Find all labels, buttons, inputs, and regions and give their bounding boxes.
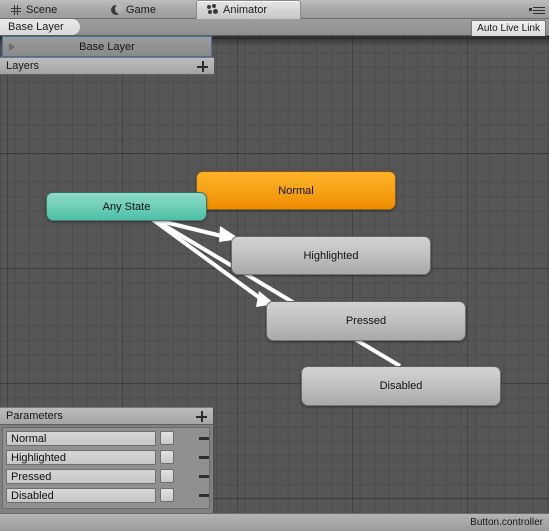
auto-live-link-button[interactable]: Auto Live Link [471,20,546,37]
tab-game[interactable]: Game [100,0,195,19]
animator-window: Scene Game Animator Base Layer Auto Live… [0,0,549,531]
remove-parameter-button[interactable] [199,494,209,497]
tab-scene[interactable]: Scene [0,0,100,19]
breadcrumb-bar: Base Layer Auto Live Link [0,19,549,37]
auto-live-link-label: Auto Live Link [477,23,540,34]
breadcrumb[interactable]: Base Layer [0,19,80,35]
grid-icon [10,4,22,16]
remove-parameter-button[interactable] [199,475,209,478]
parameters-title: Parameters [6,410,63,422]
tab-animator[interactable]: Animator [196,0,301,19]
state-node-highlighted[interactable]: Highlighted [231,236,431,275]
parameter-checkbox[interactable] [160,488,174,502]
state-node-normal[interactable]: Normal [196,171,396,210]
animator-dots-icon [207,4,219,16]
state-node-pressed[interactable]: Pressed [266,301,466,341]
editor-tab-bar: Scene Game Animator [0,0,549,19]
state-node-normal-label: Normal [278,184,314,197]
state-node-any-state-label: Any State [102,200,151,213]
parameters-header: Parameters [0,407,213,425]
transition-line-any-to-highlighted [147,216,235,241]
parameter-name-field[interactable]: Disabled [6,488,156,503]
layers-panel: Base Layer Layers [0,36,214,75]
tab-game-label: Game [126,3,156,16]
state-node-disabled[interactable]: Disabled [301,366,501,406]
parameter-row: Pressed [3,467,209,486]
layers-title: Layers [6,60,40,72]
state-node-any-state[interactable]: Any State [46,192,207,221]
tab-animator-label: Animator [223,4,268,16]
state-node-highlighted-label: Highlighted [303,249,359,262]
tab-scene-label: Scene [26,3,58,16]
parameter-row: Disabled [3,486,209,505]
status-bar: Button.controller [0,513,549,531]
triangle-right-icon[interactable] [9,43,15,51]
add-parameter-button[interactable] [196,411,207,422]
parameters-panel: Parameters Normal Highlighted Pressed Di… [0,407,214,513]
add-layer-button[interactable] [197,61,208,72]
parameter-row: Highlighted [3,448,209,467]
state-node-pressed-label: Pressed [345,315,387,327]
layer-row-base-layer[interactable]: Base Layer [2,36,212,57]
parameters-list: Normal Highlighted Pressed Disabled [2,427,210,509]
crescent-icon [110,3,124,16]
breadcrumb-label: Base Layer [8,21,64,33]
remove-parameter-button[interactable] [199,437,209,440]
remove-parameter-button[interactable] [199,456,209,459]
layers-header: Layers [0,57,214,75]
hamburger-menu-icon[interactable] [529,5,545,15]
controller-name-label: Button.controller [470,517,543,528]
parameter-checkbox[interactable] [160,431,174,445]
layer-row-label: Base Layer [79,40,135,53]
parameter-checkbox[interactable] [160,450,174,464]
parameter-row: Normal [3,429,209,448]
parameter-name-field[interactable]: Highlighted [6,450,156,465]
parameter-name-field[interactable]: Pressed [6,469,156,484]
parameter-checkbox[interactable] [160,469,174,483]
state-node-disabled-label: Disabled [379,380,423,392]
parameter-name-field[interactable]: Normal [6,431,156,446]
